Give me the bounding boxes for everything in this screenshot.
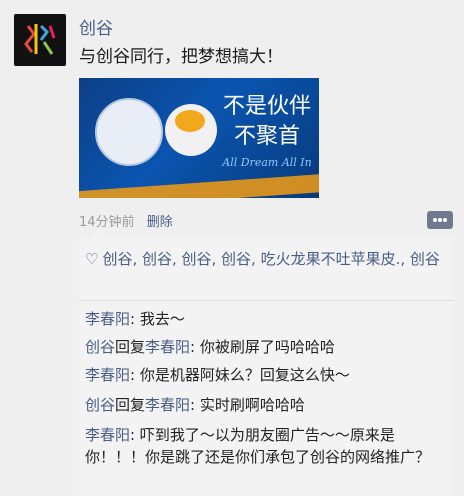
post-meta: 14分钟前 删除 bbox=[79, 211, 173, 230]
comment-author[interactable]: 李春阳 bbox=[85, 310, 130, 328]
comment-item[interactable]: 李春阳: 你是机器阿妹么？回复这么快～ bbox=[85, 364, 445, 386]
post-image[interactable]: 不是伙伴 不聚首 All Dream All In bbox=[79, 78, 319, 198]
post-time: 14分钟前 bbox=[79, 215, 135, 230]
comment-text: : 你是机器阿妹么？回复这么快～ bbox=[130, 366, 350, 384]
dot-icon bbox=[438, 218, 442, 222]
banner-slogan: 不是伙伴 不聚首 bbox=[219, 92, 315, 152]
comment-author[interactable]: 李春阳 bbox=[85, 426, 130, 444]
avatar[interactable] bbox=[14, 14, 66, 66]
divider bbox=[79, 300, 453, 301]
comment-author[interactable]: 创谷 bbox=[85, 338, 115, 356]
banner-stripe bbox=[79, 171, 319, 198]
comment-author[interactable]: 李春阳 bbox=[85, 366, 130, 384]
comment-text: : 实时刷啊哈哈哈 bbox=[190, 396, 305, 414]
dot-icon bbox=[433, 218, 437, 222]
delete-link[interactable]: 删除 bbox=[147, 215, 173, 230]
reply-word: 回复 bbox=[115, 396, 146, 414]
banner-tagline: All Dream All In bbox=[222, 156, 312, 169]
dot-icon bbox=[443, 218, 447, 222]
hunan-tv-logo-icon bbox=[175, 110, 205, 132]
heart-icon: ♡ bbox=[85, 250, 99, 268]
post-text: 与创谷同行，把梦想搞大！ bbox=[79, 47, 283, 67]
interaction-panel: ♡ 创谷, 创谷, 创谷, 创谷, 吃火龙果不吐苹果皮., 创谷 李春阳: 我去～… bbox=[79, 238, 453, 496]
panel-arrow bbox=[90, 230, 106, 238]
likes-names[interactable]: 创谷, 创谷, 创谷, 创谷, 吃火龙果不吐苹果皮., 创谷 bbox=[102, 250, 439, 268]
banner-slogan-line1: 不是伙伴 bbox=[222, 94, 311, 119]
comment-text: : 吓到我了～以为朋友圈广告～～原来是你！！！你是跳了还是你们承包了创谷的网络推… bbox=[85, 426, 431, 466]
comment-text: : 我去～ bbox=[130, 310, 185, 328]
comment-item[interactable]: 李春阳: 吓到我了～以为朋友圈广告～～原来是你！！！你是跳了还是你们承包了创谷的… bbox=[85, 424, 445, 468]
likes-list: ♡ 创谷, 创谷, 创谷, 创谷, 吃火龙果不吐苹果皮., 创谷 bbox=[85, 248, 445, 270]
post-author[interactable]: 创谷 bbox=[79, 14, 113, 39]
comment-text: : 你被刷屏了吗哈哈哈 bbox=[190, 338, 335, 356]
comment-item[interactable]: 创谷回复李春阳: 实时刷啊哈哈哈 bbox=[85, 394, 445, 416]
reply-word: 回复 bbox=[115, 338, 146, 356]
banner-slogan-line2: 不聚首 bbox=[233, 124, 300, 149]
comment-author[interactable]: 创谷 bbox=[85, 396, 115, 414]
comment-item[interactable]: 李春阳: 我去～ bbox=[85, 308, 445, 330]
comment-action-button[interactable] bbox=[427, 211, 453, 229]
chuanggu-badge bbox=[95, 98, 163, 166]
chuanggu-logo-icon bbox=[14, 14, 66, 66]
reply-target[interactable]: 李春阳 bbox=[145, 338, 190, 356]
comment-item[interactable]: 创谷回复李春阳: 你被刷屏了吗哈哈哈 bbox=[85, 336, 445, 358]
reply-target[interactable]: 李春阳 bbox=[145, 396, 190, 414]
